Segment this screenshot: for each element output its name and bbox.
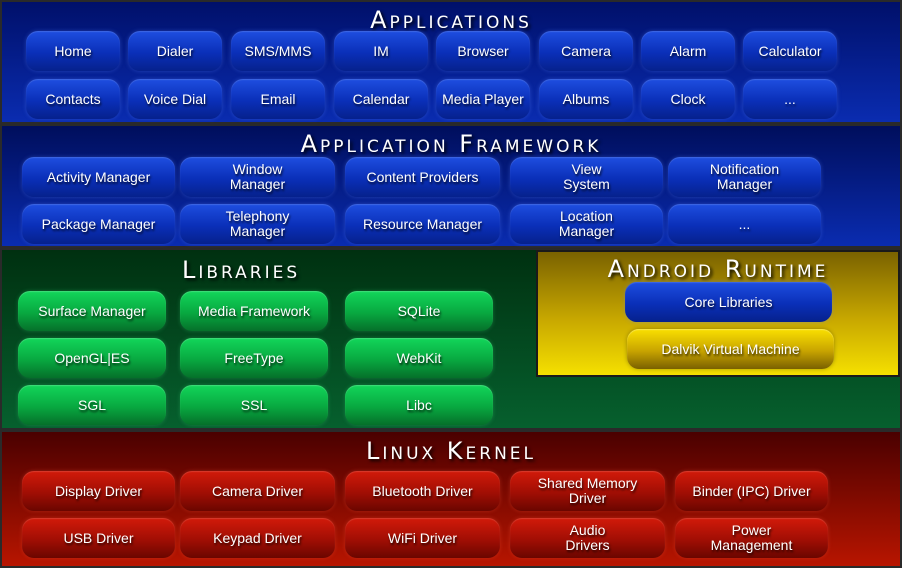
app-button-label: Voice Dial xyxy=(143,90,207,107)
library-button-label: FreeType xyxy=(224,349,284,366)
app-button-label: Clock xyxy=(670,90,706,107)
kernel-button-label: WiFi Driver xyxy=(387,529,458,546)
app-button-label: Dialer xyxy=(156,42,194,59)
library-button-ssl[interactable]: SSL xyxy=(180,385,328,425)
kernel-button-keypad-driver[interactable]: Keypad Driver xyxy=(180,518,335,558)
app-button-label: Home xyxy=(54,42,92,59)
framework-button-label: Resource Manager xyxy=(362,215,483,232)
app-button-voice-dial[interactable]: Voice Dial xyxy=(128,79,222,119)
app-button-label: Calculator xyxy=(758,42,822,59)
library-button-label: Media Framework xyxy=(197,302,311,319)
framework-button-label: Notification Manager xyxy=(709,161,780,192)
app-button-label: Contacts xyxy=(45,90,101,107)
kernel-button-label: Audio Drivers xyxy=(565,522,610,553)
app-button-calendar[interactable]: Calendar xyxy=(334,79,428,119)
app-button-contacts[interactable]: Contacts xyxy=(26,79,120,119)
linux-kernel-title: Linux Kernel xyxy=(365,437,537,465)
runtime-button-core-libraries[interactable]: Core Libraries xyxy=(625,282,832,322)
framework-button-resource-manager[interactable]: Resource Manager xyxy=(345,204,500,244)
kernel-button-label: USB Driver xyxy=(63,529,134,546)
android-runtime-title: Android Runtime xyxy=(607,255,829,283)
framework-button-label: ... xyxy=(738,215,751,232)
kernel-button-usb-driver[interactable]: USB Driver xyxy=(22,518,175,558)
app-button-im[interactable]: IM xyxy=(334,31,428,71)
framework-button-view-system[interactable]: View System xyxy=(510,157,663,197)
app-button-sms-mms[interactable]: SMS/MMS xyxy=(231,31,325,71)
framework-button-notification-manager[interactable]: Notification Manager xyxy=(668,157,821,197)
app-button-label: Camera xyxy=(561,42,611,59)
kernel-button-label: Display Driver xyxy=(54,482,143,499)
library-button-label: Libc xyxy=(406,396,432,413)
app-button-label: SMS/MMS xyxy=(244,42,312,59)
app-button-home[interactable]: Home xyxy=(26,31,120,71)
kernel-button-audio-drivers[interactable]: Audio Drivers xyxy=(510,518,665,558)
app-button-more[interactable]: ... xyxy=(743,79,837,119)
framework-button-label: Telephony Manager xyxy=(225,208,290,239)
library-button-opengl-es[interactable]: OpenGL|ES xyxy=(18,338,166,378)
kernel-button-label: Binder (IPC) Driver xyxy=(692,482,811,499)
kernel-button-label: Shared Memory Driver xyxy=(537,475,638,506)
app-button-calculator[interactable]: Calculator xyxy=(743,31,837,71)
kernel-button-wifi-driver[interactable]: WiFi Driver xyxy=(345,518,500,558)
app-button-label: Email xyxy=(260,90,296,107)
kernel-button-camera-driver[interactable]: Camera Driver xyxy=(180,471,335,511)
app-button-albums[interactable]: Albums xyxy=(539,79,633,119)
runtime-button-dalvik-virtual-machine[interactable]: Dalvik Virtual Machine xyxy=(627,329,834,369)
application-framework-title: Application Framework xyxy=(300,130,602,158)
kernel-button-label: Keypad Driver xyxy=(213,529,302,546)
framework-button-label: Location Manager xyxy=(558,208,615,239)
app-button-alarm[interactable]: Alarm xyxy=(641,31,735,71)
library-button-label: SQLite xyxy=(397,302,441,319)
framework-button-package-manager[interactable]: Package Manager xyxy=(22,204,175,244)
app-button-label: Albums xyxy=(562,90,610,107)
library-button-label: OpenGL|ES xyxy=(54,349,130,366)
library-button-label: SGL xyxy=(77,396,106,413)
applications-title: Applications xyxy=(370,6,532,34)
runtime-button-label: Dalvik Virtual Machine xyxy=(661,340,800,357)
library-button-label: SSL xyxy=(240,396,268,413)
library-button-sqlite[interactable]: SQLite xyxy=(345,291,493,331)
kernel-button-label: Bluetooth Driver xyxy=(372,482,473,499)
library-button-label: WebKit xyxy=(396,349,442,366)
library-button-freetype[interactable]: FreeType xyxy=(180,338,328,378)
kernel-button-shared-memory-driver[interactable]: Shared Memory Driver xyxy=(510,471,665,511)
framework-button-activity-manager[interactable]: Activity Manager xyxy=(22,157,175,197)
app-button-browser[interactable]: Browser xyxy=(436,31,530,71)
app-button-dialer[interactable]: Dialer xyxy=(128,31,222,71)
app-button-media-player[interactable]: Media Player xyxy=(436,79,530,119)
libraries-title: Libraries xyxy=(182,256,301,284)
framework-button-label: Content Providers xyxy=(366,168,479,185)
app-button-label: ... xyxy=(784,90,796,107)
library-button-media-framework[interactable]: Media Framework xyxy=(180,291,328,331)
library-button-sgl[interactable]: SGL xyxy=(18,385,166,425)
app-button-clock[interactable]: Clock xyxy=(641,79,735,119)
framework-button-telephony-manager[interactable]: Telephony Manager xyxy=(180,204,335,244)
app-button-label: IM xyxy=(373,42,389,59)
kernel-button-label: Camera Driver xyxy=(211,482,303,499)
library-button-libc[interactable]: Libc xyxy=(345,385,493,425)
app-button-label: Media Player xyxy=(442,90,524,107)
framework-button-more[interactable]: ... xyxy=(668,204,821,244)
kernel-button-bluetooth-driver[interactable]: Bluetooth Driver xyxy=(345,471,500,511)
framework-button-window-manager[interactable]: Window Manager xyxy=(180,157,335,197)
framework-button-label: View System xyxy=(563,161,610,192)
framework-button-label: Activity Manager xyxy=(46,168,151,185)
kernel-button-power-management[interactable]: Power Management xyxy=(675,518,828,558)
kernel-button-display-driver[interactable]: Display Driver xyxy=(22,471,175,511)
framework-button-content-providers[interactable]: Content Providers xyxy=(345,157,500,197)
library-button-webkit[interactable]: WebKit xyxy=(345,338,493,378)
library-button-label: Surface Manager xyxy=(38,302,146,319)
app-button-email[interactable]: Email xyxy=(231,79,325,119)
kernel-button-label: Power Management xyxy=(710,522,793,553)
framework-button-label: Window Manager xyxy=(229,161,286,192)
framework-button-location-manager[interactable]: Location Manager xyxy=(510,204,663,244)
library-button-surface-manager[interactable]: Surface Manager xyxy=(18,291,166,331)
kernel-button-binder-ipc-driver[interactable]: Binder (IPC) Driver xyxy=(675,471,828,511)
app-button-camera[interactable]: Camera xyxy=(539,31,633,71)
app-button-label: Alarm xyxy=(669,42,707,59)
runtime-button-label: Core Libraries xyxy=(684,293,773,310)
app-button-label: Browser xyxy=(457,42,509,59)
app-button-label: Calendar xyxy=(352,90,410,107)
framework-button-label: Package Manager xyxy=(41,215,156,232)
